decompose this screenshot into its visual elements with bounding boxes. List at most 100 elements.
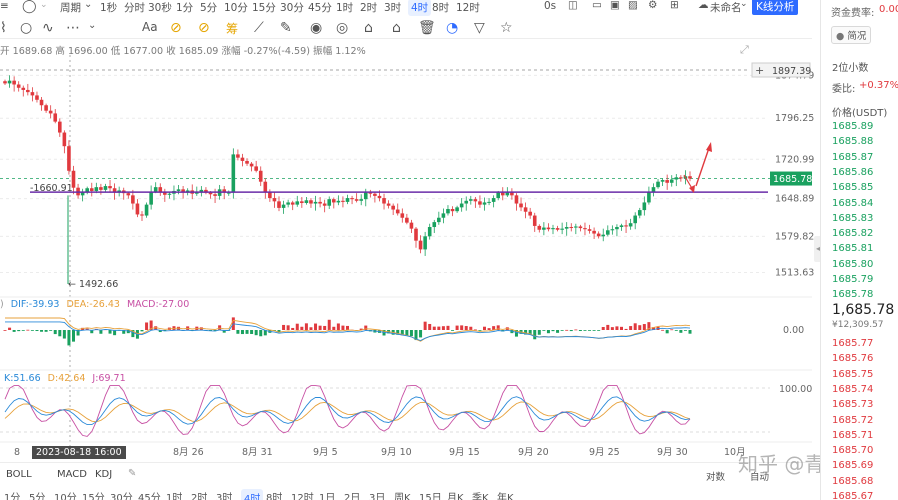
template-icon[interactable]: ⊞ (670, 0, 679, 11)
edit-indicator-icon[interactable]: ✎ (128, 468, 136, 479)
bottom-timeframe-1[interactable]: 5分 (29, 489, 45, 500)
bid-price[interactable]: 1685.82 (832, 228, 873, 239)
ruler-icon[interactable]: ⟋ (254, 20, 264, 36)
simple-button[interactable]: ● 简况 (831, 26, 872, 44)
bid-price[interactable]: 1685.78 (832, 289, 873, 300)
more-chevron-icon[interactable]: ⌄ (88, 20, 96, 31)
bottom-timeframe-9[interactable]: 4时 (241, 489, 264, 500)
magnet-off-icon[interactable]: ⊘ (198, 20, 210, 36)
camera-icon[interactable]: ◫ (568, 0, 578, 11)
bottom-timeframe-16[interactable]: 15日 (419, 489, 442, 500)
ask-price[interactable]: 1685.73 (832, 399, 873, 410)
expand-icon[interactable]: ▣ (610, 0, 620, 11)
bid-price[interactable]: 1685.86 (832, 167, 873, 178)
eye-off-icon[interactable]: ◎ (336, 20, 348, 36)
timeframe-11[interactable]: 3时 (384, 0, 401, 15)
tab-macd[interactable]: MACD (57, 469, 87, 480)
text-tool-icon[interactable]: Aa (142, 20, 158, 34)
pen-icon[interactable]: ✎ (280, 20, 292, 36)
gear-icon[interactable]: ⚙ (648, 0, 657, 11)
bid-price[interactable]: 1685.79 (832, 274, 873, 285)
timeframe-12[interactable]: 4时 (408, 0, 432, 16)
bid-price[interactable]: 1685.88 (832, 136, 873, 147)
more-tool-icon[interactable]: ⋯ (66, 20, 80, 36)
history-icon[interactable]: ◔ (446, 20, 458, 36)
bottom-timeframe-6[interactable]: 1时 (166, 489, 182, 500)
bottom-timeframe-0[interactable]: 1分 (4, 489, 20, 500)
bottom-timeframe-13[interactable]: 2日 (344, 489, 360, 500)
circle-icon[interactable]: ◯ (22, 0, 37, 14)
timeframe-2[interactable]: 30秒 (148, 0, 172, 15)
bottom-timeframe-18[interactable]: 季K (472, 489, 489, 500)
chip-icon[interactable]: 筹 (226, 20, 238, 37)
wave-tool-icon[interactable]: ∿ (42, 20, 54, 36)
menu-icon[interactable]: ≡ (0, 0, 9, 12)
bottom-timeframe-2[interactable]: 10分 (54, 489, 77, 500)
ask-price[interactable]: 1685.72 (832, 415, 873, 426)
image-icon[interactable]: ▨ (628, 0, 638, 11)
expand-chart-icon[interactable]: ⤢ (740, 43, 749, 57)
tab-kdj[interactable]: KDJ (95, 469, 112, 480)
ask-price[interactable]: 1685.77 (832, 338, 873, 349)
timeframe-8[interactable]: 45分 (308, 0, 332, 15)
bottom-timeframe-17[interactable]: 月K (447, 489, 464, 500)
cloud-icon[interactable]: ☁ (698, 0, 709, 11)
bottom-timeframe-4[interactable]: 30分 (110, 489, 133, 500)
bid-price[interactable]: 1685.81 (832, 243, 873, 254)
bottom-timeframe-12[interactable]: 1日 (319, 489, 335, 500)
decimals-select[interactable]: 2位小数 (832, 59, 868, 74)
eye-icon[interactable]: ◉ (310, 20, 322, 36)
bottom-timeframe-8[interactable]: 3时 (216, 489, 232, 500)
timeframe-5[interactable]: 10分 (224, 0, 248, 15)
bottom-timeframe-19[interactable]: 年K (497, 489, 514, 500)
tab-boll[interactable]: BOLL (6, 469, 32, 480)
unnamed-label[interactable]: 未命名 (710, 0, 742, 15)
star-icon[interactable]: ☆ (500, 20, 513, 36)
ask-price[interactable]: 1685.69 (832, 460, 873, 471)
timeframe-1[interactable]: 分时 (124, 0, 145, 15)
ask-price[interactable]: 1685.68 (832, 476, 873, 487)
ask-price[interactable]: 1685.71 (832, 430, 873, 441)
timeframe-10[interactable]: 2时 (360, 0, 377, 15)
fullscreen-icon[interactable]: ▭ (592, 0, 602, 11)
unlock-icon[interactable]: ⌂ (392, 20, 401, 36)
unnamed-chevron-icon[interactable]: ⌄ (740, 0, 748, 9)
period-label[interactable]: 周期 (60, 0, 81, 15)
filter-icon[interactable]: ▽ (474, 20, 485, 36)
timeframe-3[interactable]: 1分 (176, 0, 193, 15)
circle-tool-icon[interactable]: ○ (20, 20, 32, 36)
bottom-timeframe-10[interactable]: 8时 (266, 489, 282, 500)
delete-icon[interactable]: 🗑 (418, 20, 436, 36)
lock-icon[interactable]: ⌂ (364, 20, 373, 36)
timeframe-6[interactable]: 15分 (252, 0, 276, 15)
timeframe-0[interactable]: 1秒 (100, 0, 117, 15)
bottom-timeframe-7[interactable]: 2时 (191, 489, 207, 500)
bottom-timeframe-15[interactable]: 周K (394, 489, 411, 500)
line-tool-icon[interactable]: ⌇ (0, 20, 7, 36)
bid-price[interactable]: 1685.80 (832, 259, 873, 270)
bottom-timeframe-5[interactable]: 45分 (138, 489, 161, 500)
bottom-timeframe-14[interactable]: 3日 (369, 489, 385, 500)
bottom-timeframe-11[interactable]: 12时 (291, 489, 314, 500)
period-chevron-icon[interactable]: ⌄ (84, 0, 92, 10)
bottom-timeframe-3[interactable]: 15分 (82, 489, 105, 500)
log-toggle[interactable]: 对数 (706, 469, 725, 483)
chart-svg[interactable]: 1874.791796.251720.991648.891579.821513.… (0, 0, 898, 500)
bid-price[interactable]: 1685.85 (832, 182, 873, 193)
bid-price[interactable]: 1685.84 (832, 198, 873, 209)
bid-price[interactable]: 1685.89 (832, 121, 873, 132)
ask-price[interactable]: 1685.74 (832, 384, 873, 395)
timeframe-7[interactable]: 30分 (280, 0, 304, 15)
bid-price[interactable]: 1685.87 (832, 152, 873, 163)
ask-price[interactable]: 1685.70 (832, 445, 873, 456)
timeframe-4[interactable]: 5分 (200, 0, 217, 15)
ask-price[interactable]: 1685.75 (832, 369, 873, 380)
ask-price[interactable]: 1685.67 (832, 491, 873, 500)
timeframe-9[interactable]: 1时 (336, 0, 353, 15)
kline-analysis-button[interactable]: K线分析 (752, 0, 799, 15)
timeframe-14[interactable]: 12时 (456, 0, 480, 15)
chevron-down-icon[interactable]: ⌄ (40, 0, 48, 10)
ask-price[interactable]: 1685.76 (832, 353, 873, 364)
bid-price[interactable]: 1685.83 (832, 213, 873, 224)
magnet-icon[interactable]: ⊘ (170, 20, 182, 36)
